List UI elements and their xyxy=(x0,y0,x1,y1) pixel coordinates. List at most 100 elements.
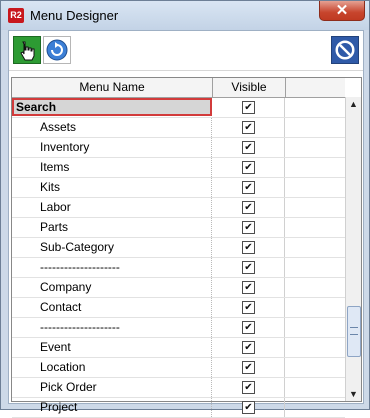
visible-cell: ✔ xyxy=(213,358,285,377)
menu-name-cell[interactable]: Project xyxy=(12,398,212,417)
menu-name-cell[interactable]: Kits xyxy=(12,178,212,197)
menu-name-cell[interactable]: -------------------- xyxy=(12,318,212,337)
grip-icon xyxy=(350,327,358,335)
grid-rows: Search ✔ Assets ✔ Inventory ✔ Items ✔ Ki… xyxy=(12,98,345,418)
menu-name-label: Kits xyxy=(40,180,61,194)
menu-name-label: Contact xyxy=(40,300,82,314)
close-button[interactable]: ✕ xyxy=(319,1,365,21)
visible-checkbox[interactable]: ✔ xyxy=(242,201,255,214)
menu-name-cell[interactable]: Event xyxy=(12,338,212,357)
visible-checkbox[interactable]: ✔ xyxy=(242,121,255,134)
table-row[interactable]: Event ✔ xyxy=(12,338,345,358)
scroll-up-arrow-icon[interactable]: ▲ xyxy=(346,97,361,111)
visible-checkbox[interactable]: ✔ xyxy=(242,161,255,174)
menu-separator-label: -------------------- xyxy=(40,320,120,334)
visible-checkbox[interactable]: ✔ xyxy=(242,241,255,254)
visible-cell: ✔ xyxy=(213,258,285,277)
visible-checkbox[interactable]: ✔ xyxy=(242,261,255,274)
refresh-icon xyxy=(46,39,68,61)
visible-cell: ✔ xyxy=(213,378,285,397)
visible-cell: ✔ xyxy=(213,158,285,177)
visible-checkbox[interactable]: ✔ xyxy=(242,141,255,154)
menu-grid: Menu Name Visible Search ✔ Assets ✔ Inve… xyxy=(11,77,362,418)
menu-name-cell[interactable]: Items xyxy=(12,158,212,177)
menu-name-cell[interactable]: -------------------- xyxy=(12,258,212,277)
visible-checkbox[interactable]: ✔ xyxy=(242,281,255,294)
visible-checkbox[interactable]: ✔ xyxy=(242,301,255,314)
app-icon: R2 xyxy=(8,8,24,23)
table-row[interactable]: Items ✔ xyxy=(12,158,345,178)
visible-checkbox[interactable]: ✔ xyxy=(242,101,255,114)
menu-name-label: Labor xyxy=(40,200,71,214)
table-row[interactable]: Pick Order ✔ xyxy=(12,378,345,398)
table-row[interactable]: Contact ✔ xyxy=(12,298,345,318)
menu-name-cell[interactable]: Inventory xyxy=(12,138,212,157)
table-row[interactable]: Search ✔ xyxy=(12,98,345,118)
vertical-scrollbar[interactable]: ▲ ▼ xyxy=(345,97,361,401)
menu-name-label: Search xyxy=(16,100,57,114)
visible-cell: ✔ xyxy=(213,298,285,317)
column-header-menu-name[interactable]: Menu Name xyxy=(12,78,213,97)
menu-name-label: Assets xyxy=(40,120,77,134)
toolbar xyxy=(9,31,363,71)
menu-name-cell[interactable]: Company xyxy=(12,278,212,297)
menu-name-cell[interactable]: Contact xyxy=(12,298,212,317)
table-row[interactable]: Inventory ✔ xyxy=(12,138,345,158)
menu-name-cell[interactable]: Pick Order xyxy=(12,378,212,397)
select-button[interactable] xyxy=(13,36,41,64)
visible-cell: ✔ xyxy=(213,338,285,357)
close-icon: ✕ xyxy=(335,2,349,19)
menu-name-label: Parts xyxy=(40,220,69,234)
scrollbar-thumb[interactable] xyxy=(347,306,361,357)
table-row[interactable]: Sub-Category ✔ xyxy=(12,238,345,258)
column-header-visible[interactable]: Visible xyxy=(213,78,286,97)
client-area: Menu Name Visible Search ✔ Assets ✔ Inve… xyxy=(8,30,364,418)
visible-cell: ✔ xyxy=(213,138,285,157)
visible-checkbox[interactable]: ✔ xyxy=(242,381,255,394)
visible-checkbox[interactable]: ✔ xyxy=(242,401,255,414)
table-row[interactable]: Company ✔ xyxy=(12,278,345,298)
table-row[interactable]: Assets ✔ xyxy=(12,118,345,138)
menu-name-label: Pick Order xyxy=(40,380,97,394)
menu-name-label: Project xyxy=(40,400,78,414)
hand-pointer-icon xyxy=(20,41,35,61)
visible-checkbox[interactable]: ✔ xyxy=(242,321,255,334)
menu-name-cell[interactable]: Assets xyxy=(12,118,212,137)
menu-name-label: Event xyxy=(40,340,71,354)
visible-cell: ✔ xyxy=(213,178,285,197)
menu-name-label: Inventory xyxy=(40,140,90,154)
table-row[interactable]: Labor ✔ xyxy=(12,198,345,218)
visible-cell: ✔ xyxy=(213,238,285,257)
table-row[interactable]: Kits ✔ xyxy=(12,178,345,198)
menu-name-cell[interactable]: Location xyxy=(12,358,212,377)
visible-checkbox[interactable]: ✔ xyxy=(242,361,255,374)
menu-name-cell[interactable]: Sub-Category xyxy=(12,238,212,257)
menu-name-label: Location xyxy=(40,360,86,374)
menu-name-label: Items xyxy=(40,160,70,174)
visible-checkbox[interactable]: ✔ xyxy=(242,341,255,354)
cancel-button[interactable] xyxy=(331,36,359,64)
menu-name-cell[interactable]: Parts xyxy=(12,218,212,237)
table-row[interactable]: -------------------- ✔ xyxy=(12,258,345,278)
table-row[interactable]: -------------------- ✔ xyxy=(12,318,345,338)
visible-cell: ✔ xyxy=(213,218,285,237)
table-row[interactable]: Location ✔ xyxy=(12,358,345,378)
menu-name-cell[interactable]: Labor xyxy=(12,198,212,217)
table-row[interactable]: Parts ✔ xyxy=(12,218,345,238)
refresh-button[interactable] xyxy=(43,36,71,64)
visible-cell: ✔ xyxy=(213,398,285,417)
visible-checkbox[interactable]: ✔ xyxy=(242,221,255,234)
table-row[interactable]: Project ✔ xyxy=(12,398,345,418)
grid-header: Menu Name Visible xyxy=(12,78,345,98)
menu-designer-window: R2 Menu Designer ✕ Menu Name Visible Sea… xyxy=(0,0,370,418)
visible-cell: ✔ xyxy=(213,318,285,337)
no-entry-icon xyxy=(335,40,355,60)
visible-cell: ✔ xyxy=(213,98,285,117)
menu-name-label: Company xyxy=(40,280,92,294)
menu-name-label: Sub-Category xyxy=(40,240,115,254)
menu-name-cell[interactable]: Search xyxy=(12,98,212,116)
visible-checkbox[interactable]: ✔ xyxy=(242,181,255,194)
visible-cell: ✔ xyxy=(213,278,285,297)
menu-separator-label: -------------------- xyxy=(40,260,120,274)
scroll-down-arrow-icon[interactable]: ▼ xyxy=(346,387,361,401)
